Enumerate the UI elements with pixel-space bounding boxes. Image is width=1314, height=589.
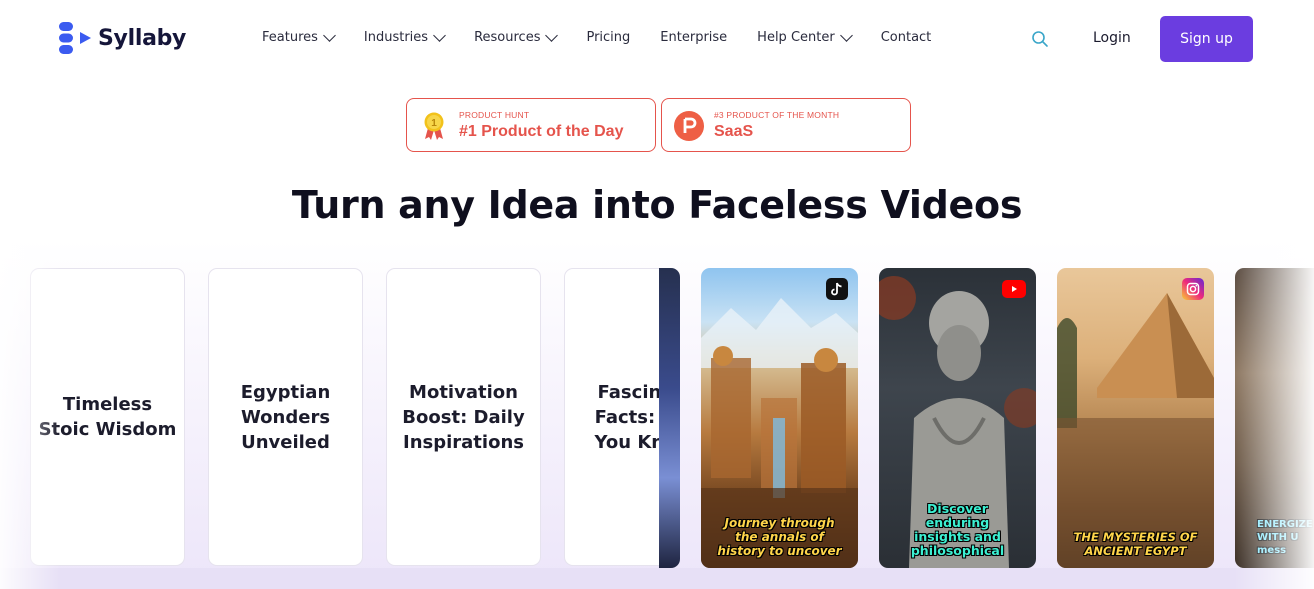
nav-features[interactable]: Features	[262, 29, 336, 45]
producthunt-icon	[674, 111, 704, 141]
video-card[interactable]: Discover enduring insights and philosoph…	[879, 268, 1036, 568]
video-caption: Discover enduring insights and philosoph…	[910, 501, 1005, 558]
idea-card[interactable]: Motivation Boost: Daily Inspirations	[386, 268, 541, 566]
nav-label: Contact	[880, 30, 932, 45]
badge-title: SaaS	[714, 123, 754, 140]
idea-card-label: Timeless Stoic Wisdom	[38, 394, 177, 440]
video-carousel: Timeless Stoic Wisdom Egyptian Wonders U…	[0, 240, 1314, 589]
nav-contact[interactable]: Contact	[881, 30, 932, 45]
badge-title: #1 Product of the Day	[459, 123, 624, 140]
video-card-transition	[659, 268, 680, 568]
tiktok-icon	[826, 278, 848, 300]
nav-resources[interactable]: Resources	[474, 29, 559, 45]
site-header: Syllaby Features Industries Resources Pr…	[0, 0, 1314, 78]
nav-label: Industries	[363, 30, 429, 45]
video-card[interactable]: ENERGIZE WITH U mess	[1235, 268, 1314, 568]
chevron-down-icon	[839, 29, 853, 42]
nav-pricing[interactable]: Pricing	[586, 30, 630, 45]
video-card[interactable]: THE MYSTERIES OF ANCIENT EGYPT	[1057, 268, 1214, 568]
chevron-down-icon	[323, 29, 336, 42]
nav-label: Resources	[474, 30, 541, 45]
video-caption: Journey through the annals of history to…	[717, 516, 842, 558]
idea-card[interactable]: Egyptian Wonders Unveiled	[208, 268, 363, 566]
video-caption: THE MYSTERIES OF ANCIENT EGYPT	[1073, 530, 1198, 558]
nav-label: Enterprise	[660, 30, 728, 45]
instagram-icon	[1182, 278, 1204, 300]
idea-card-label: Motivation Boost: Daily Inspirations	[402, 381, 525, 453]
badge-source: PRODUCT HUNT	[459, 110, 530, 120]
logo-mark-icon	[59, 22, 91, 54]
signup-button[interactable]: Sign up	[1160, 16, 1253, 62]
hero-headline: Turn any Idea into Faceless Videos	[291, 183, 1023, 227]
idea-card[interactable]: Timeless Stoic Wisdom	[30, 268, 185, 566]
youtube-icon	[1002, 280, 1026, 298]
product-hunt-month-badge[interactable]: #3 PRODUCT OF THE MONTH SaaS	[661, 98, 911, 152]
nav-industries[interactable]: Industries	[363, 29, 446, 45]
product-hunt-day-badge[interactable]: 1 PRODUCT HUNT #1 Product of the Day	[406, 98, 656, 152]
video-card[interactable]: Journey through the annals of history to…	[701, 268, 858, 568]
main-nav: Features Industries Resources Pricing En…	[262, 29, 961, 45]
chevron-down-icon	[545, 29, 559, 42]
chevron-down-icon	[433, 29, 446, 42]
syllaby-logo[interactable]: Syllaby	[58, 21, 186, 55]
video-caption: ENERGIZE WITH U mess	[1257, 519, 1313, 556]
idea-card-label: Egyptian Wonders Unveiled	[240, 381, 331, 453]
svg-text:1: 1	[431, 118, 437, 129]
nav-label: Pricing	[586, 30, 631, 45]
badge-source: #3 PRODUCT OF THE MONTH	[714, 110, 840, 120]
medal-icon: 1	[424, 112, 444, 140]
pyramid-illustration	[1057, 293, 1214, 568]
nav-help-center[interactable]: Help Center	[757, 29, 853, 45]
brand-name: Syllaby	[98, 25, 187, 51]
login-link[interactable]: Login	[1093, 30, 1131, 46]
nav-label: Features	[262, 30, 318, 45]
nav-label: Help Center	[757, 30, 835, 45]
nav-enterprise[interactable]: Enterprise	[660, 30, 727, 45]
search-icon[interactable]	[1031, 30, 1049, 48]
carousel-bottom-band	[0, 568, 1314, 589]
